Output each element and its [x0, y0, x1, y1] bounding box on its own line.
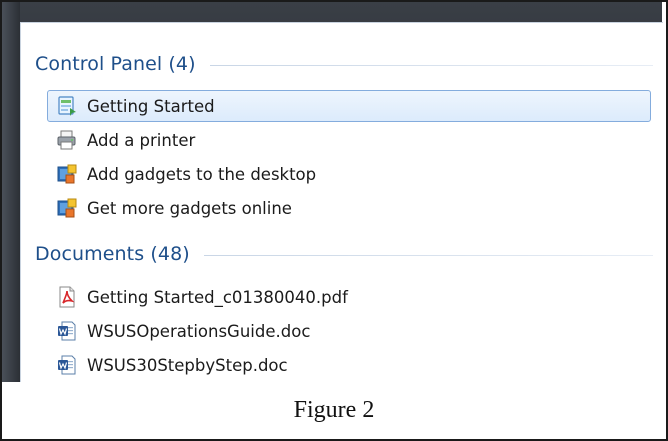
documents-group-header[interactable]: Documents (48) — [35, 239, 653, 269]
result-label: Get more gadgets online — [87, 198, 292, 218]
result-get-more-gadgets[interactable]: Get more gadgets online — [47, 192, 651, 224]
control-panel-group-title: Control Panel (4) — [35, 53, 196, 75]
result-label: WSUSOperationsGuide.doc — [87, 321, 311, 341]
group-divider — [209, 65, 653, 66]
result-add-gadgets[interactable]: Add gadgets to the desktop — [47, 158, 651, 190]
result-label: Add gadgets to the desktop — [87, 164, 317, 184]
result-wsus-operations-guide[interactable]: WSUSOperationsGuide.doc — [47, 315, 651, 347]
result-label: Add a printer — [87, 130, 196, 150]
gadgets-icon — [56, 197, 78, 219]
result-getting-started[interactable]: Getting Started — [47, 90, 651, 122]
group-divider — [203, 255, 653, 256]
window-bezel-left — [2, 2, 20, 382]
control-panel-group-header[interactable]: Control Panel (4) — [35, 49, 653, 79]
word-doc-icon — [56, 320, 78, 342]
word-doc-icon — [56, 354, 78, 376]
result-add-a-printer[interactable]: Add a printer — [47, 124, 651, 156]
result-label: Getting Started — [87, 96, 215, 116]
figure-caption: Figure 2 — [293, 397, 375, 423]
pdf-icon — [56, 286, 78, 308]
documents-group-title: Documents (48) — [35, 243, 190, 265]
getting-started-icon — [56, 95, 78, 117]
result-label: WSUS30StepbyStep.doc — [87, 355, 288, 375]
start-menu-search-results: Control Panel (4) Getting Started Add a … — [20, 22, 663, 383]
figure-caption-area: Figure 2 — [2, 382, 666, 439]
result-label: Getting Started_c01380040.pdf — [87, 287, 348, 307]
gadgets-icon — [56, 163, 78, 185]
result-wsus30-step-by-step[interactable]: WSUS30StepbyStep.doc — [47, 349, 651, 381]
result-getting-started-pdf[interactable]: Getting Started_c01380040.pdf — [47, 281, 651, 313]
printer-icon — [56, 129, 78, 151]
